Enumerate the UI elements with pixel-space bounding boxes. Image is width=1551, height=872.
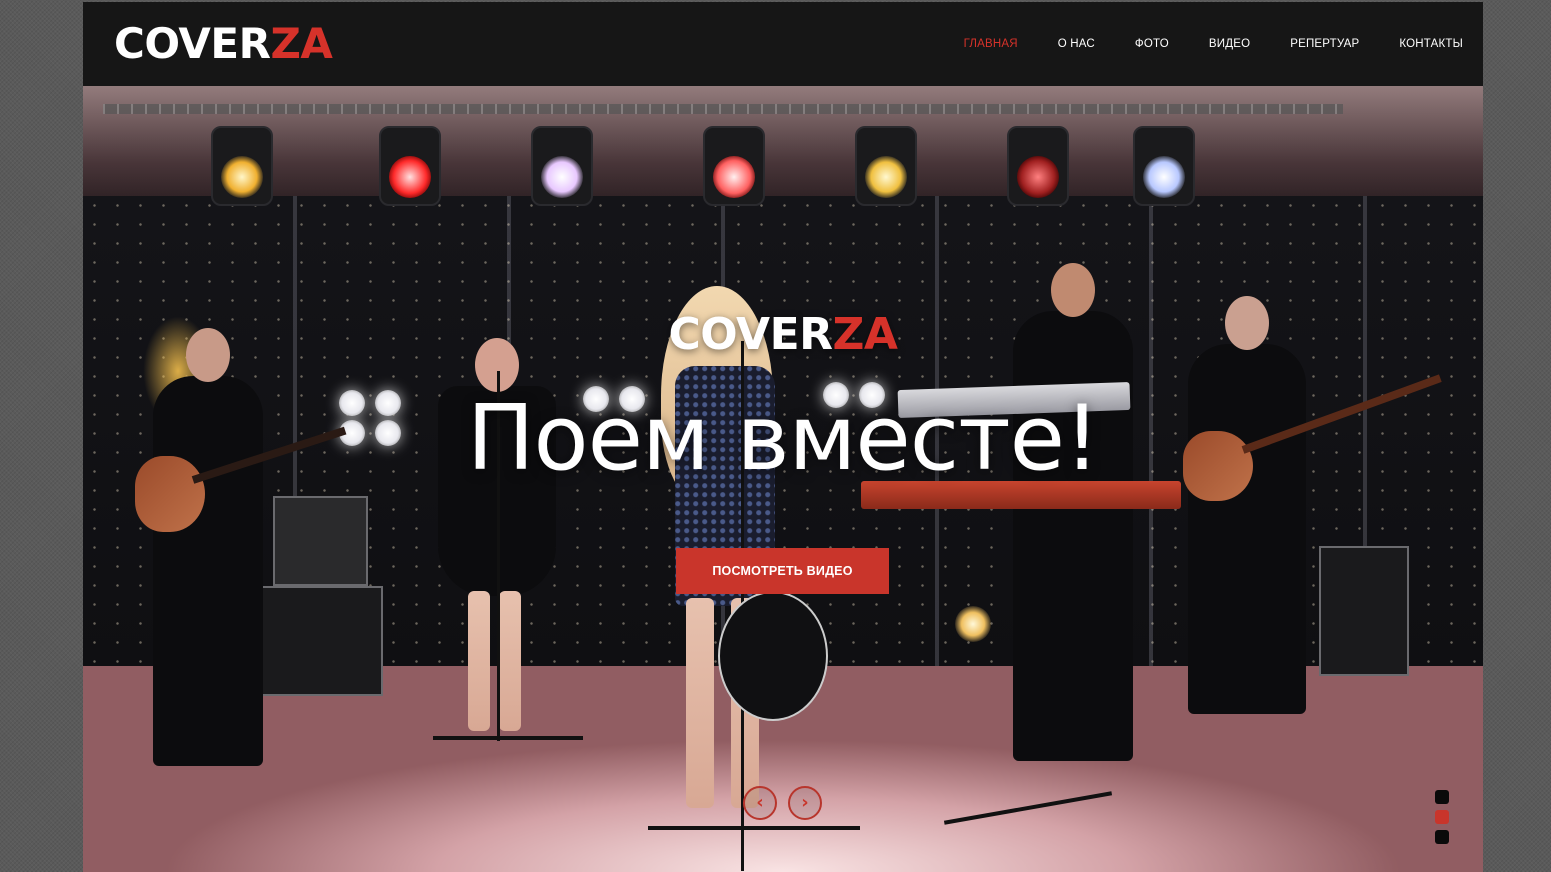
- stage-light: [1133, 126, 1195, 206]
- hero-background-tent-ceiling: [83, 86, 1483, 196]
- logo-part-red: ZA: [270, 19, 333, 68]
- main-nav: ГЛАВНАЯ О НАС ФОТО ВИДЕО РЕПЕРТУАР КОНТА…: [944, 2, 1463, 86]
- slider-next-button[interactable]: ›: [788, 786, 822, 820]
- hero-title: Поем вместе!: [466, 386, 1100, 491]
- slider-dot-2[interactable]: [1435, 810, 1449, 824]
- keyboardist: [1013, 263, 1133, 761]
- amplifier: [273, 496, 368, 586]
- lead-singer-legs: [686, 598, 714, 808]
- stage-light: [531, 126, 593, 206]
- bass-drum: [718, 591, 828, 721]
- slider-dot-1[interactable]: [1435, 790, 1449, 804]
- slider-prev-button[interactable]: ‹: [743, 786, 777, 820]
- mic-stand-base: [648, 826, 860, 830]
- slider-dot-3[interactable]: [1435, 830, 1449, 844]
- stage-light: [1007, 126, 1069, 206]
- slider-pagination: [1435, 790, 1449, 844]
- chevron-left-icon: ‹: [756, 792, 764, 813]
- site-header: COVER ZA ГЛАВНАЯ О НАС ФОТО ВИДЕО РЕПЕРТУ…: [83, 2, 1483, 86]
- equipment-case: [1319, 546, 1409, 676]
- mic-stand-base: [433, 736, 583, 740]
- nav-item-repertoire[interactable]: РЕПЕРТУАР: [1270, 2, 1379, 86]
- site-logo[interactable]: COVER ZA: [114, 19, 333, 68]
- nav-item-home[interactable]: ГЛАВНАЯ: [944, 2, 1038, 86]
- light-flare: [955, 606, 991, 642]
- nav-item-video[interactable]: ВИДЕО: [1189, 2, 1270, 86]
- stage-light: [703, 126, 765, 206]
- stage-light: [379, 126, 441, 206]
- watch-video-button[interactable]: ПОСМОТРЕТЬ ВИДЕО: [676, 548, 889, 594]
- chevron-right-icon: ›: [801, 792, 809, 813]
- stage-light: [855, 126, 917, 206]
- hero-logo: COVERZA: [83, 309, 1483, 360]
- singer-legs: [468, 591, 490, 731]
- equipment-case: [248, 586, 383, 696]
- nav-item-about[interactable]: О НАС: [1038, 2, 1115, 86]
- hero-background-truss: [103, 104, 1343, 114]
- stage-light: [211, 126, 273, 206]
- logo-part-white: COVER: [114, 19, 271, 68]
- hero-slider: COVERZA Поем вместе! ПОСМОТРЕТЬ ВИДЕО ‹ …: [83, 86, 1483, 872]
- site-container: COVER ZA ГЛАВНАЯ О НАС ФОТО ВИДЕО РЕПЕРТУ…: [83, 2, 1483, 872]
- nav-item-photo[interactable]: ФОТО: [1115, 2, 1189, 86]
- singer-legs: [499, 591, 521, 731]
- nav-item-contacts[interactable]: КОНТАКТЫ: [1379, 2, 1463, 86]
- hero-logo-red: ZA: [832, 309, 898, 360]
- hero-logo-white: COVER: [668, 309, 834, 360]
